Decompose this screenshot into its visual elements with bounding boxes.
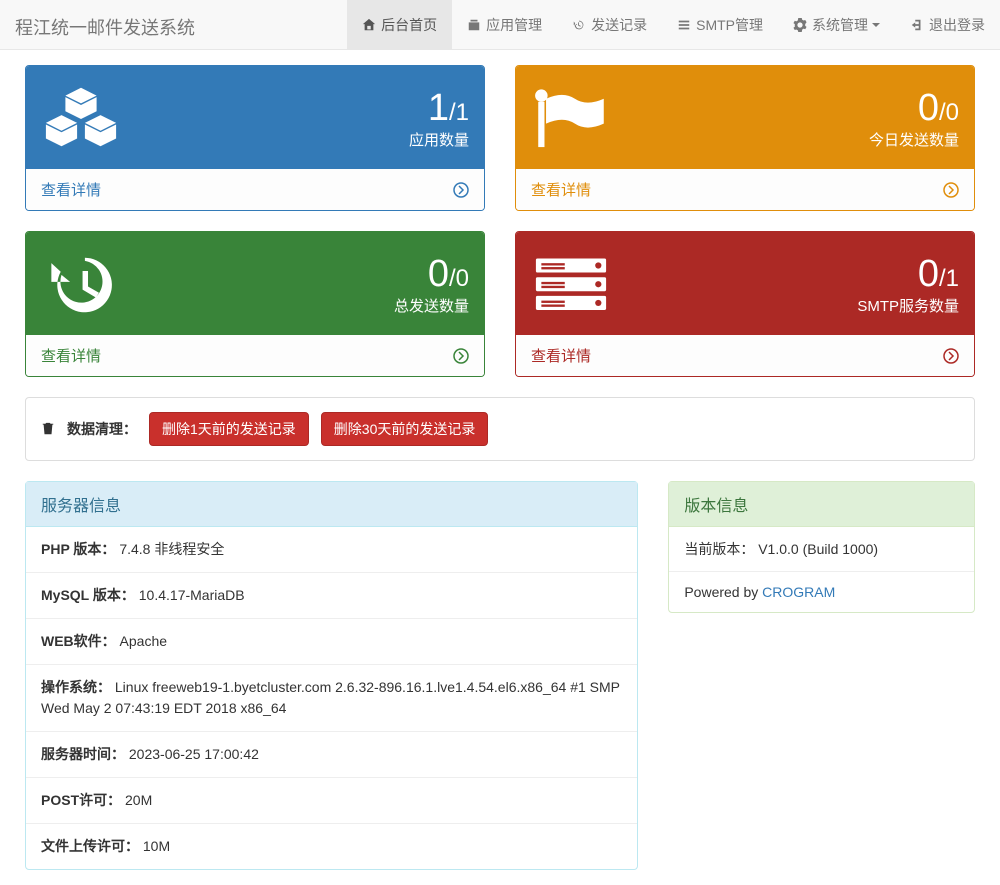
version-panel: 版本信息 当前版本： V1.0.0 (Build 1000) Powered b… xyxy=(668,481,975,613)
version-key: 当前版本： xyxy=(684,541,754,557)
server-icon xyxy=(531,250,611,320)
arrow-right-icon xyxy=(943,182,959,198)
stat-denom: /0 xyxy=(449,265,469,292)
card-smtp: 0/1 SMTP服务数量 查看详情 xyxy=(515,231,975,377)
nav-item-home[interactable]: 后台首页 xyxy=(347,0,452,49)
footer-label: 查看详情 xyxy=(531,179,591,200)
server-info-item: MySQL 版本： 10.4.17-MariaDB xyxy=(26,573,637,619)
nav-label: 发送记录 xyxy=(591,15,647,35)
server-info-item: WEB软件： Apache xyxy=(26,619,637,665)
list-icon xyxy=(677,18,691,32)
server-info-value: Linux freeweb19-1.byetcluster.com 2.6.32… xyxy=(41,679,620,716)
card-today: 0/0 今日发送数量 查看详情 xyxy=(515,65,975,211)
card-app: 1/1 应用数量 查看详情 xyxy=(25,65,485,211)
home-icon xyxy=(362,18,376,32)
card-smtp-footer[interactable]: 查看详情 xyxy=(516,334,974,376)
card-app-footer[interactable]: 查看详情 xyxy=(26,168,484,210)
nav-label: 系统管理 xyxy=(812,15,868,35)
btn-delete-1day[interactable]: 删除1天前的发送记录 xyxy=(149,412,309,446)
server-info-value: 10M xyxy=(139,838,170,854)
server-info-key: MySQL 版本： xyxy=(41,587,135,603)
stat-num: 0 xyxy=(428,253,449,295)
stat-label: 今日发送数量 xyxy=(869,129,959,150)
arrow-right-icon xyxy=(943,348,959,364)
stat-num: 1 xyxy=(428,87,449,129)
stat-label: 总发送数量 xyxy=(394,295,469,316)
nav-item-logout[interactable]: 退出登录 xyxy=(895,0,1000,49)
server-info-key: 服务器时间： xyxy=(41,746,125,762)
crogram-link[interactable]: CROGRAM xyxy=(762,584,835,600)
nav: 后台首页 应用管理 发送记录 SMTP管理 系统管理 退出登录 xyxy=(347,0,1000,49)
server-info-key: 文件上传许可： xyxy=(41,838,139,854)
stat-num: 0 xyxy=(918,253,939,295)
stat-denom: /0 xyxy=(939,99,959,126)
server-info-panel: 服务器信息 PHP 版本： 7.4.8 非线程安全MySQL 版本： 10.4.… xyxy=(25,481,638,870)
nav-item-system[interactable]: 系统管理 xyxy=(778,0,895,49)
stat-num: 0 xyxy=(918,87,939,129)
history-big-icon xyxy=(41,250,121,320)
clean-title: 数据清理： xyxy=(67,419,137,439)
server-info-key: PHP 版本： xyxy=(41,541,115,557)
copy-icon xyxy=(467,18,481,32)
server-info-value: 2023-06-25 17:00:42 xyxy=(125,746,259,762)
chevron-down-icon xyxy=(872,23,880,27)
server-info-value: 20M xyxy=(121,792,152,808)
powered-by-text: Powered by xyxy=(684,584,762,600)
stat-denom: /1 xyxy=(939,265,959,292)
arrow-right-icon xyxy=(453,348,469,364)
powered-by-row: Powered by CROGRAM xyxy=(669,572,974,612)
cubes-icon xyxy=(41,84,121,154)
nav-label: 后台首页 xyxy=(381,15,437,35)
server-info-list: PHP 版本： 7.4.8 非线程安全MySQL 版本： 10.4.17-Mar… xyxy=(26,527,637,869)
footer-label: 查看详情 xyxy=(41,179,101,200)
server-info-item: 服务器时间： 2023-06-25 17:00:42 xyxy=(26,732,637,778)
server-info-item: PHP 版本： 7.4.8 非线程安全 xyxy=(26,527,637,573)
stat-row-2: 0/0 总发送数量 查看详情 0/1 SMTP服务数 xyxy=(25,231,975,377)
nav-label: 退出登录 xyxy=(929,15,985,35)
navbar-brand: 程江统一邮件发送系统 xyxy=(0,0,210,49)
stat-label: 应用数量 xyxy=(409,129,469,150)
card-total-footer[interactable]: 查看详情 xyxy=(26,334,484,376)
flag-icon xyxy=(531,84,611,154)
server-info-value: Apache xyxy=(116,633,167,649)
data-clean-bar: 数据清理： 删除1天前的发送记录 删除30天前的发送记录 xyxy=(25,397,975,461)
server-info-value: 10.4.17-MariaDB xyxy=(135,587,245,603)
server-info-value: 7.4.8 非线程安全 xyxy=(115,541,224,557)
footer-label: 查看详情 xyxy=(531,345,591,366)
logout-icon xyxy=(910,18,924,32)
info-row: 服务器信息 PHP 版本： 7.4.8 非线程安全MySQL 版本： 10.4.… xyxy=(25,481,975,870)
nav-item-smtp[interactable]: SMTP管理 xyxy=(662,0,778,49)
main-content: 1/1 应用数量 查看详情 0/0 今日发送数量 xyxy=(0,50,1000,885)
nav-item-app[interactable]: 应用管理 xyxy=(452,0,557,49)
nav-label: 应用管理 xyxy=(486,15,542,35)
btn-delete-30day[interactable]: 删除30天前的发送记录 xyxy=(321,412,489,446)
nav-label: SMTP管理 xyxy=(696,15,763,35)
stat-denom: /1 xyxy=(449,99,469,126)
footer-label: 查看详情 xyxy=(41,345,101,366)
nav-item-sendlog[interactable]: 发送记录 xyxy=(557,0,662,49)
arrow-right-icon xyxy=(453,182,469,198)
server-info-key: WEB软件： xyxy=(41,633,116,649)
server-info-item: 操作系统： Linux freeweb19-1.byetcluster.com … xyxy=(26,665,637,732)
version-row: 当前版本： V1.0.0 (Build 1000) xyxy=(669,527,974,572)
server-info-item: 文件上传许可： 10M xyxy=(26,824,637,869)
server-info-key: 操作系统： xyxy=(41,679,111,695)
stat-label: SMTP服务数量 xyxy=(857,295,959,316)
history-icon xyxy=(572,18,586,32)
version-value: V1.0.0 (Build 1000) xyxy=(758,541,878,557)
card-total: 0/0 总发送数量 查看详情 xyxy=(25,231,485,377)
version-heading: 版本信息 xyxy=(669,482,974,527)
trash-icon xyxy=(41,422,55,436)
server-info-heading: 服务器信息 xyxy=(26,482,637,527)
server-info-key: POST许可： xyxy=(41,792,121,808)
gear-icon xyxy=(793,18,807,32)
card-today-footer[interactable]: 查看详情 xyxy=(516,168,974,210)
server-info-item: POST许可： 20M xyxy=(26,778,637,824)
navbar: 程江统一邮件发送系统 后台首页 应用管理 发送记录 SMTP管理 系统管理 退出… xyxy=(0,0,1000,50)
stat-row-1: 1/1 应用数量 查看详情 0/0 今日发送数量 xyxy=(25,65,975,211)
